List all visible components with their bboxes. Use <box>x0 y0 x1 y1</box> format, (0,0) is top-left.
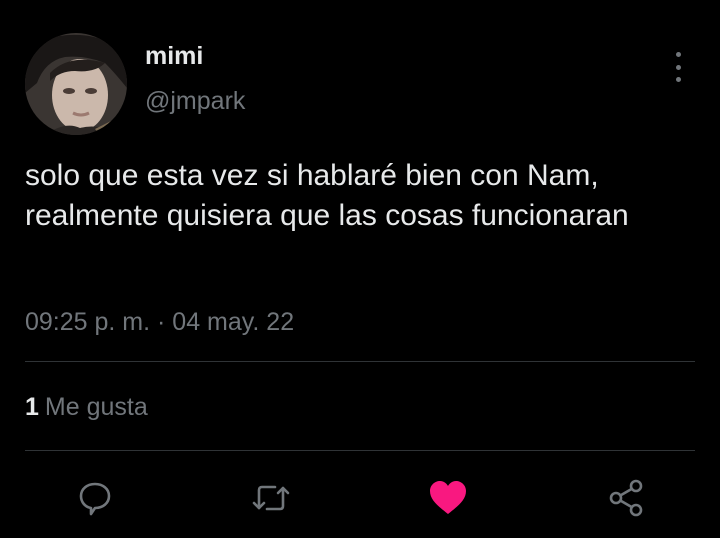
more-dot-icon <box>675 52 681 57</box>
avatar-photo <box>25 33 127 135</box>
divider <box>25 361 695 362</box>
likes-stat[interactable]: 1 Me gusta <box>25 393 148 422</box>
retweet-icon <box>252 485 290 511</box>
like-count: 1 <box>25 393 39 421</box>
like-label: Me gusta <box>44 393 148 421</box>
tweet-timestamp[interactable]: 09:25 p. m. · 04 may. 22 <box>25 308 294 337</box>
share-icon <box>609 479 643 517</box>
like-icon <box>430 481 466 514</box>
like-button[interactable] <box>428 478 468 518</box>
divider <box>25 450 695 451</box>
avatar[interactable] <box>25 33 127 135</box>
display-name[interactable]: mimi <box>145 42 203 71</box>
more-dot-icon <box>675 64 681 70</box>
more-options-button[interactable] <box>668 52 688 82</box>
reply-button[interactable] <box>75 478 115 518</box>
tweet-text: solo que esta vez si hablaré bien con Na… <box>25 159 629 232</box>
share-button[interactable] <box>606 478 646 518</box>
more-dot-icon <box>675 77 681 82</box>
user-handle[interactable]: @jmpark <box>145 87 245 116</box>
reply-icon <box>79 482 111 516</box>
retweet-button[interactable] <box>251 478 291 518</box>
